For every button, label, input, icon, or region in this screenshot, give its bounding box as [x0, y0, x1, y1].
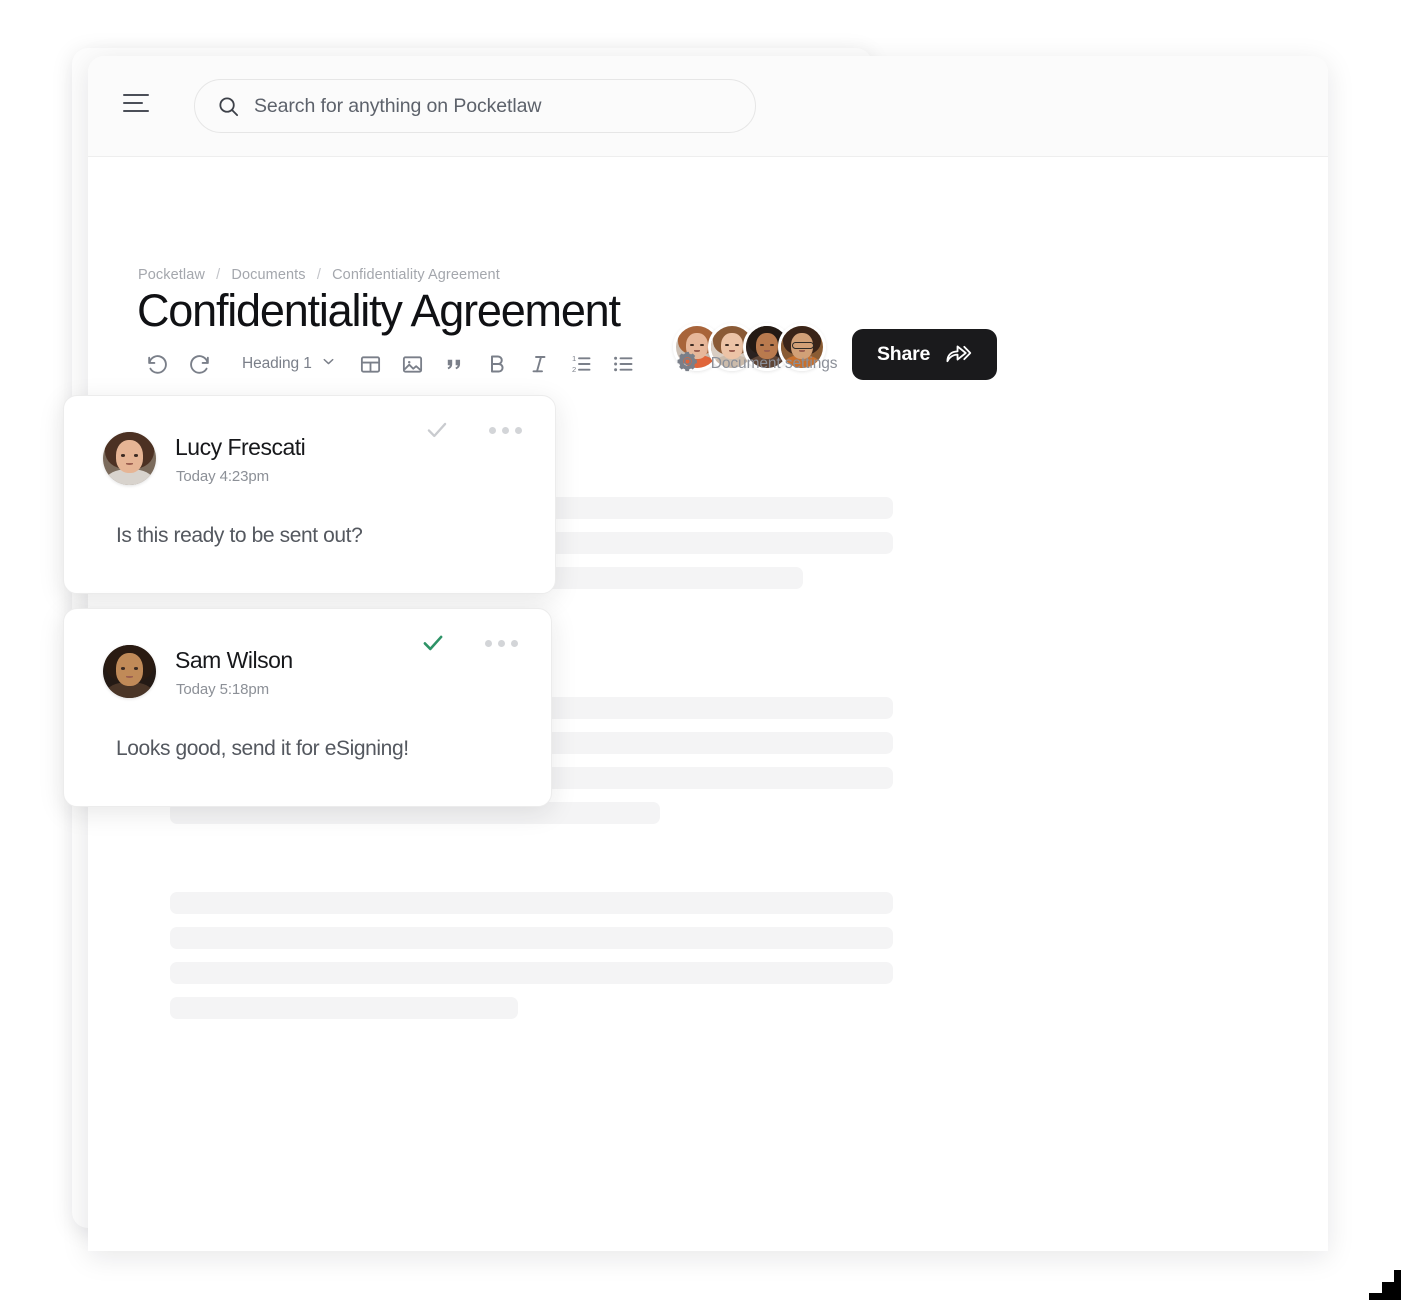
resolve-comment-button[interactable]: [417, 410, 457, 450]
dot: [510, 639, 518, 647]
dot: [514, 426, 522, 434]
comment-text: Looks good, send it for eSigning!: [116, 737, 409, 760]
avatar-face: [103, 432, 156, 485]
comment-author: Sam Wilson: [175, 647, 293, 673]
dot: [488, 426, 496, 434]
placeholder-line: [170, 997, 518, 1019]
more-options-icon[interactable]: [482, 410, 528, 450]
comment-card[interactable]: Sam Wilson Today 5:18pm Looks good, send…: [63, 608, 552, 807]
placeholder-line: [170, 962, 893, 984]
avatar: [103, 645, 156, 698]
corner-crop-mark: [1369, 1270, 1401, 1300]
placeholder-line: [170, 927, 893, 949]
comment-timestamp: Today 4:23pm: [176, 468, 270, 485]
more-options-icon[interactable]: [478, 623, 524, 663]
comment-author: Lucy Frescati: [175, 434, 306, 460]
dot: [497, 639, 505, 647]
avatar-face: [103, 645, 156, 698]
avatar: [103, 432, 156, 485]
resolve-comment-button[interactable]: [413, 623, 453, 663]
comment-text: Is this ready to be sent out?: [116, 524, 363, 547]
dot: [501, 426, 509, 434]
comment-card[interactable]: Lucy Frescati Today 4:23pm Is this ready…: [63, 395, 556, 594]
comment-timestamp: Today 5:18pm: [176, 681, 270, 698]
dot: [484, 639, 492, 647]
placeholder-line: [170, 892, 893, 914]
